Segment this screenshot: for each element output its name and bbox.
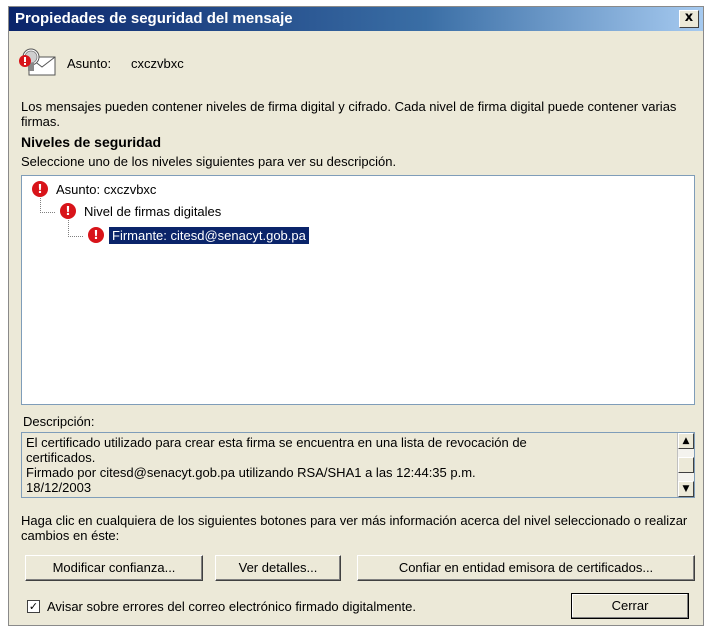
window-title: Propiedades de seguridad del mensaje: [15, 10, 293, 27]
description-label: Descripción:: [23, 414, 95, 429]
intro-text: Los mensajes pueden contener niveles de …: [21, 99, 677, 129]
error-icon: !: [60, 203, 76, 219]
view-details-button[interactable]: Ver detalles...: [215, 555, 341, 581]
modify-trust-button[interactable]: Modificar confianza...: [25, 555, 203, 581]
scroll-thumb[interactable]: [678, 457, 694, 473]
scroll-down-icon[interactable]: ▼: [678, 481, 694, 497]
tree-item-label: Nivel de firmas digitales: [84, 203, 222, 219]
description-box[interactable]: El certificado utilizado para crear esta…: [21, 432, 695, 498]
description-line: certificados.: [26, 450, 96, 465]
description-line: El certificado utilizado para crear esta…: [26, 435, 527, 450]
tree-item-subject[interactable]: ! Asunto: cxczvbxc: [32, 180, 159, 198]
tree-connector: [40, 198, 55, 213]
description-line: 18/12/2003: [26, 480, 92, 495]
tree-item-signature-level[interactable]: ! Nivel de firmas digitales: [60, 202, 224, 220]
warn-errors-checkbox[interactable]: ✓: [27, 600, 40, 613]
tree-item-signer[interactable]: ! Firmante: citesd@senacyt.gob.pa: [88, 225, 310, 245]
help-text: Haga clic en cualquiera de los siguiente…: [21, 513, 688, 543]
security-levels-tree[interactable]: ! Asunto: cxczvbxc ! Nivel de firmas dig…: [21, 175, 695, 405]
tree-item-label: Firmante: citesd@senacyt.gob.pa: [108, 225, 310, 245]
tree-connector: [68, 220, 83, 237]
close-button[interactable]: Cerrar: [571, 593, 689, 619]
description-scrollbar[interactable]: ▲ ▼: [677, 433, 694, 497]
scroll-up-icon[interactable]: ▲: [678, 433, 694, 449]
description-line: Firmado por citesd@senacyt.gob.pa utiliz…: [26, 465, 476, 480]
envelope-warning-icon: [19, 48, 56, 76]
description-text: El certificado utilizado para crear esta…: [26, 435, 666, 495]
error-icon: !: [88, 227, 104, 243]
security-properties-dialog: Propiedades de seguridad del mensaje x A…: [8, 6, 704, 626]
trust-ca-button[interactable]: Confiar en entidad emisora de certificad…: [357, 555, 695, 581]
subject-value: cxczvbxc: [131, 56, 184, 71]
error-icon: !: [32, 181, 48, 197]
levels-instruction: Seleccione uno de los niveles siguientes…: [21, 154, 397, 169]
levels-heading: Niveles de seguridad: [21, 134, 162, 150]
subject-label: Asunto:: [67, 56, 112, 71]
title-bar[interactable]: Propiedades de seguridad del mensaje x: [9, 7, 703, 31]
warn-errors-label: Avisar sobre errores del correo electrón…: [47, 599, 416, 614]
close-icon[interactable]: x: [679, 10, 699, 28]
tree-item-label: Asunto: cxczvbxc: [56, 181, 157, 197]
